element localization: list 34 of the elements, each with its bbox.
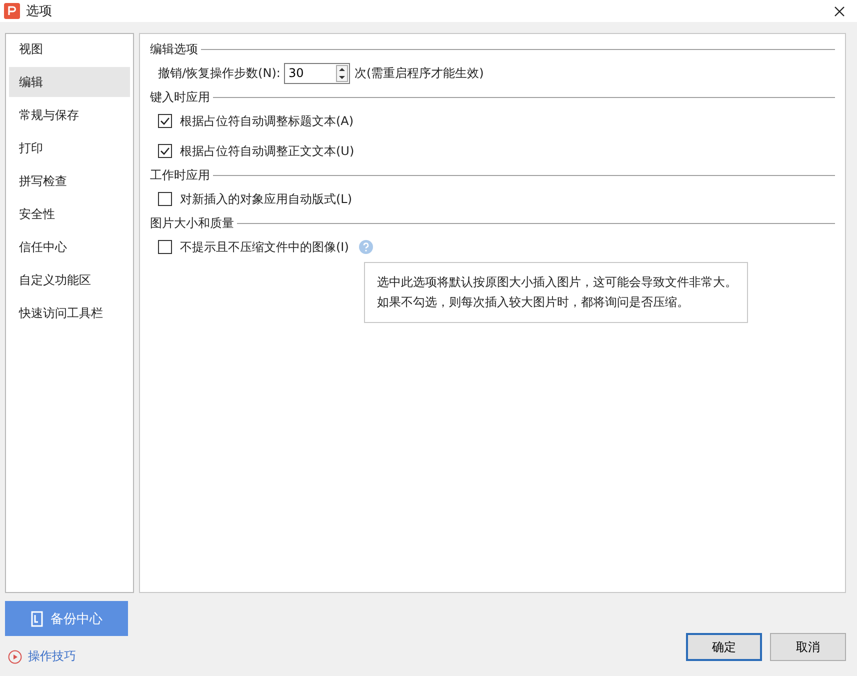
checkbox-label[interactable]: 对新插入的对象应用自动版式(L) [180, 190, 352, 208]
sidebar-item[interactable]: 视图 [9, 34, 130, 64]
checkbox[interactable] [158, 144, 172, 158]
sidebar-item[interactable]: 快速访问工具栏 [9, 298, 130, 328]
tips-link[interactable]: 操作技巧 [5, 648, 128, 665]
field-note: 次(需重启程序才能生效) [354, 64, 484, 82]
dialog-button[interactable]: 取消 [770, 633, 846, 661]
section-title: 编辑选项 [150, 40, 198, 58]
checkbox[interactable] [158, 192, 172, 206]
sidebar-item[interactable]: 编辑 [9, 67, 130, 97]
dialog-button[interactable]: 确定 [686, 633, 762, 661]
tooltip-text: 如果不勾选，则每次插入较大图片时，都将询问是否压缩。 [377, 294, 690, 311]
section-title: 工作时应用 [150, 166, 210, 184]
app-logo-icon [4, 3, 20, 19]
tooltip-text: 选中此选项将默认按原图大小插入图片，这可能会导致文件非常大。 [377, 274, 737, 291]
section-title: 图片大小和质量 [150, 214, 234, 232]
sidebar-item[interactable]: 安全性 [9, 199, 130, 229]
checkbox[interactable] [158, 114, 172, 128]
checkbox-label[interactable]: 不提示且不压缩文件中的图像(I) [180, 238, 349, 256]
spinner-arrows-icon[interactable] [336, 64, 348, 82]
field-label: 撤销/恢复操作步数(N): [158, 64, 280, 82]
sidebar-item[interactable]: 自定义功能区 [9, 265, 130, 295]
sidebar-item[interactable]: 拼写检查 [9, 166, 130, 196]
window-title: 选项 [26, 3, 53, 20]
section-title: 键入时应用 [150, 88, 210, 106]
sidebar-item[interactable]: 信任中心 [9, 232, 130, 262]
play-circle-icon [8, 650, 22, 664]
checkbox-label[interactable]: 根据占位符自动调整正文文本(U) [180, 142, 354, 160]
close-icon [834, 6, 845, 16]
checkbox-label[interactable]: 根据占位符自动调整标题文本(A) [180, 112, 354, 130]
checkbox[interactable] [158, 240, 172, 254]
sidebar-item[interactable]: 打印 [9, 133, 130, 163]
sidebar-item[interactable]: 常规与保存 [9, 100, 130, 130]
document-icon [30, 610, 42, 626]
